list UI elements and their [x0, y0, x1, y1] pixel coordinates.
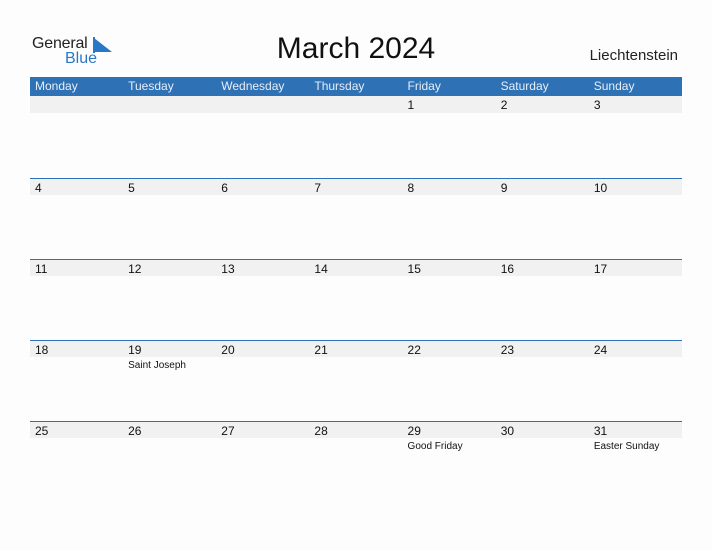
calendar-weeks: 1 2 3 4 5 6 7 8 9 10 11 12 13 14 15 16 17 18 19 Saint Josep…	[30, 96, 682, 502]
weekday-monday: Monday	[35, 79, 78, 93]
empty-day-cell	[309, 96, 402, 177]
day-cell[interactable]: 20	[216, 340, 309, 421]
holiday-label: Saint Joseph	[128, 360, 186, 371]
day-cell[interactable]: 16	[496, 259, 589, 340]
day-number: 20	[221, 343, 235, 357]
day-number: 21	[314, 343, 328, 357]
calendar-week: 25 26 27 28 29 Good Friday 30 31 Easter Sunday	[30, 421, 682, 502]
day-number: 19	[128, 343, 142, 357]
day-cell[interactable]: 29 Good Friday	[403, 421, 496, 502]
day-number: 14	[314, 262, 328, 276]
weekday-thursday: Thursday	[314, 79, 365, 93]
calendar-week: 18 19 Saint Joseph 20 21 22 23 24	[30, 340, 682, 421]
day-cell[interactable]: 9	[496, 178, 589, 259]
day-cell[interactable]: 6	[216, 178, 309, 259]
day-number: 1	[407, 98, 415, 112]
day-number: 31	[593, 424, 608, 438]
day-cell[interactable]: 23	[496, 340, 589, 421]
day-number: 25	[35, 424, 49, 438]
day-cell[interactable]: 12	[123, 259, 216, 340]
day-number: 13	[221, 262, 235, 276]
day-cell[interactable]: 21	[309, 340, 402, 421]
weekday-header: Monday Tuesday Wednesday Thursday Friday…	[30, 77, 682, 96]
day-cell[interactable]: 5	[123, 178, 216, 259]
day-number: 5	[128, 181, 135, 195]
day-cell[interactable]: 18	[30, 340, 123, 421]
calendar-week: 11 12 13 14 15 16 17	[30, 259, 682, 340]
day-cell[interactable]: 2	[496, 96, 589, 177]
day-number: 7	[314, 181, 322, 195]
day-number: 15	[407, 262, 421, 276]
day-cell[interactable]: 24	[589, 340, 682, 421]
empty-day-cell	[30, 96, 123, 177]
day-number: 27	[221, 424, 235, 438]
weekday-tuesday: Tuesday	[128, 79, 174, 93]
day-cell[interactable]: 13	[216, 259, 309, 340]
day-number: 22	[407, 343, 421, 357]
day-cell[interactable]: 28	[309, 421, 402, 502]
holiday-label: Easter Sunday	[593, 441, 660, 452]
day-cell[interactable]: 10	[589, 178, 682, 259]
day-number: 16	[500, 262, 515, 276]
day-cell[interactable]: 14	[309, 259, 402, 340]
weekday-wednesday: Wednesday	[221, 79, 285, 93]
day-number: 28	[314, 424, 328, 438]
day-number: 10	[593, 181, 608, 195]
day-number: 2	[500, 98, 508, 112]
day-number: 4	[35, 181, 42, 195]
day-number: 26	[128, 424, 142, 438]
empty-day-cell	[216, 96, 309, 177]
day-cell[interactable]: 8	[403, 178, 496, 259]
day-number: 11	[35, 262, 48, 276]
day-cell[interactable]: 3	[589, 96, 682, 177]
day-cell[interactable]: 25	[30, 421, 123, 502]
day-cell[interactable]: 19 Saint Joseph	[123, 340, 216, 421]
day-number: 12	[128, 262, 142, 276]
day-number: 29	[407, 424, 421, 438]
weekday-friday: Friday	[407, 79, 441, 93]
day-number: 9	[500, 181, 508, 195]
day-cell[interactable]: 22	[403, 340, 496, 421]
calendar-week: 4 5 6 7 8 9 10	[30, 178, 682, 259]
day-number: 18	[35, 343, 49, 357]
day-cell[interactable]: 31 Easter Sunday	[589, 421, 682, 502]
day-number: 24	[593, 343, 608, 357]
day-number: 6	[221, 181, 228, 195]
day-cell[interactable]: 17	[589, 259, 682, 340]
calendar-week: 1 2 3	[30, 96, 682, 178]
day-number: 23	[500, 343, 515, 357]
day-cell[interactable]: 11	[30, 259, 123, 340]
day-cell[interactable]: 4	[30, 178, 123, 259]
day-cell[interactable]: 7	[309, 178, 402, 259]
day-cell[interactable]: 15	[403, 259, 496, 340]
country-label: Liechtenstein	[589, 47, 678, 64]
calendar: Monday Tuesday Wednesday Thursday Friday…	[30, 77, 682, 502]
day-cell[interactable]: 30	[496, 421, 589, 502]
weekday-saturday: Saturday	[500, 79, 549, 93]
day-number: 17	[593, 262, 608, 276]
day-number: 30	[500, 424, 515, 438]
holiday-label: Good Friday	[407, 441, 463, 452]
weekday-sunday: Sunday	[593, 79, 635, 93]
day-cell[interactable]: 27	[216, 421, 309, 502]
day-cell[interactable]: 26	[123, 421, 216, 502]
day-number: 8	[407, 181, 415, 195]
day-cell[interactable]: 1	[403, 96, 496, 177]
empty-day-cell	[123, 96, 216, 177]
day-number: 3	[593, 98, 601, 112]
